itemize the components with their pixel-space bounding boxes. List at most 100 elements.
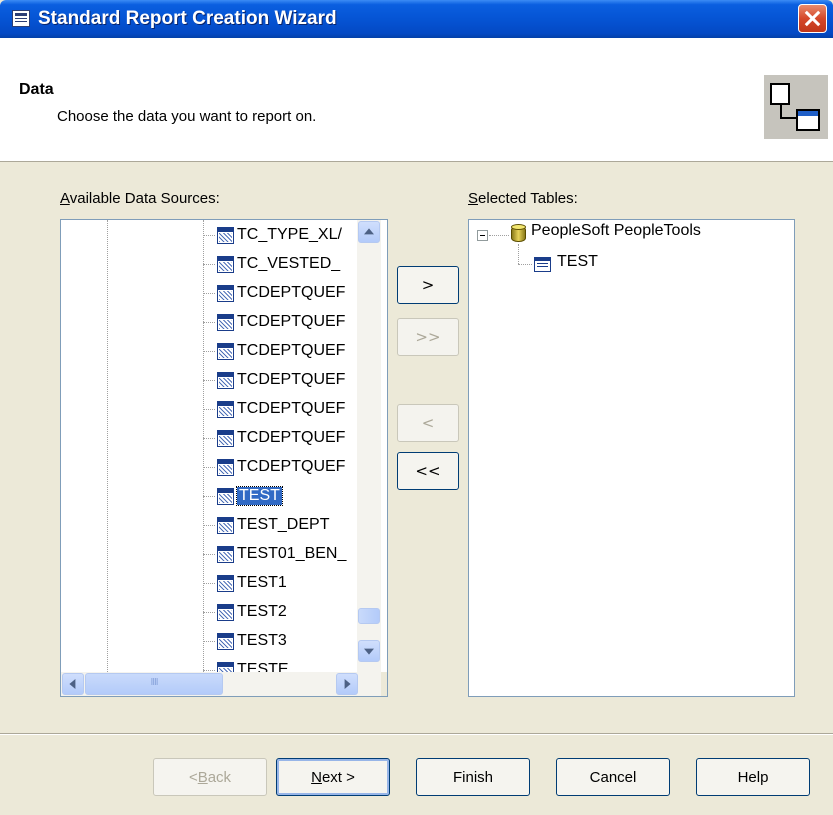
tree-connector [203,379,215,381]
list-item-label: TEST01_BEN_ [237,545,347,562]
tree-connector [203,350,215,352]
list-item[interactable]: TEST_DEPT [203,513,329,537]
add-table-button[interactable]: > [397,266,459,304]
tree-connector [203,669,215,671]
list-item-label: TCDEPTQUEF [237,313,346,330]
tree-connector [203,437,215,439]
back-button[interactable]: < Back [153,758,267,796]
list-item[interactable]: TCDEPTQUEF [203,368,345,392]
selected-tables-label: Selected Tables: [468,190,578,207]
table-icon [217,371,234,389]
tree-connector [203,611,215,613]
available-sources-label: Available Data Sources: [60,190,220,207]
table-icon [217,487,234,505]
tree-connector [203,292,215,294]
tree-connector [203,234,215,236]
database-icon [511,224,526,242]
remove-all-tables-button[interactable]: << [397,452,459,490]
available-sources-list[interactable]: TC_TYPE_XL/TC_VESTED_ TCDEPTQUEF TCDEPTQUE… [60,219,388,697]
list-item-label: TEST1 [237,574,287,591]
tree-connector [203,408,215,410]
table-icon [217,255,234,273]
cancel-button[interactable]: Cancel [556,758,670,796]
page-title: Data [19,81,54,98]
tree-connector [203,466,215,468]
list-item-label: TC_VESTED_ [237,255,341,272]
list-item-label: TCDEPTQUEF [237,342,346,359]
finish-button[interactable]: Finish [416,758,530,796]
tree-connector [203,263,215,265]
list-item[interactable]: TCDEPTQUEF [203,310,345,334]
list-item[interactable]: TCDEPTQUEF [203,397,345,421]
list-item-label: TCDEPTQUEF [237,284,346,301]
list-item[interactable]: TCDEPTQUEF [203,455,345,479]
add-all-tables-button[interactable]: >> [397,318,459,356]
wizard-header [0,38,833,162]
window-title: Standard Report Creation Wizard [38,8,337,29]
table-icon [217,632,234,650]
horizontal-scroll-thumb[interactable] [85,673,223,695]
data-icon [764,75,828,139]
table-icon [217,458,234,476]
list-item[interactable]: TCDEPTQUEF [203,426,345,450]
wizard-window: Standard Report Creation Wizard Data Cho… [0,0,833,815]
list-item[interactable]: TEST1 [203,571,287,595]
list-item-label: TCDEPTQUEF [237,458,346,475]
list-item[interactable]: TC_TYPE_XL/ [203,223,342,247]
tree-connector [203,524,215,526]
list-item-label: TCDEPTQUEF [237,429,346,446]
list-item-label: TC_TYPE_XL/ [237,226,342,243]
table-icon [217,574,234,592]
list-item[interactable]: TEST3 [203,629,287,653]
tree-connector [203,640,215,642]
collapse-icon[interactable] [477,230,488,241]
table-icon [217,516,234,534]
chevron-down-icon [364,648,374,655]
list-item[interactable]: TC_VESTED_ [203,252,340,276]
list-item[interactable]: TEST2 [203,600,287,624]
close-button[interactable] [798,4,827,33]
table-icon [217,603,234,621]
chevron-up-icon [364,228,374,235]
tree-connector [203,321,215,323]
next-button[interactable]: Next > [276,758,390,796]
vertical-scroll-thumb[interactable] [358,608,380,624]
scroll-up-button[interactable] [358,221,380,243]
table-icon [217,400,234,418]
tree-connector [203,495,215,497]
list-item[interactable]: TEST [203,484,283,508]
table-icon [217,342,234,360]
tree-node-test[interactable]: TEST [557,253,598,271]
title-bar[interactable]: Standard Report Creation Wizard [0,0,833,38]
chevron-right-icon [344,679,351,689]
list-item-label: TCDEPTQUEF [237,371,346,388]
table-icon [217,226,234,244]
list-item-label: TEST [236,486,283,506]
app-icon [12,10,30,27]
tree-connector [203,553,215,555]
page-subtitle: Choose the data you want to report on. [57,108,317,125]
table-icon [534,257,551,272]
list-item-label: TEST3 [237,632,287,649]
tree-connector [203,582,215,584]
list-item[interactable]: TCDEPTQUEF [203,281,345,305]
list-item[interactable]: TCDEPTQUEF [203,339,345,363]
scroll-corner [381,672,387,696]
tree-node-peopletools[interactable]: PeopleSoft PeopleTools [531,222,701,240]
footer-divider [0,733,833,735]
table-icon [217,429,234,447]
chevron-left-icon [69,679,76,689]
list-item[interactable]: TEST01_BEN_ [203,542,346,566]
horizontal-scrollbar[interactable] [61,672,381,696]
scroll-left-button[interactable] [62,673,84,695]
table-icon [217,313,234,331]
vertical-scrollbar[interactable] [357,220,381,672]
scroll-down-button[interactable] [358,640,380,662]
scroll-right-button[interactable] [336,673,358,695]
remove-table-button[interactable]: < [397,404,459,442]
list-item-label: TEST2 [237,603,287,620]
table-icon [217,284,234,302]
selected-tables-list[interactable]: PeopleSoft PeopleTools TEST [468,219,795,697]
list-item-label: TCDEPTQUEF [237,400,346,417]
help-button[interactable]: Help [696,758,810,796]
